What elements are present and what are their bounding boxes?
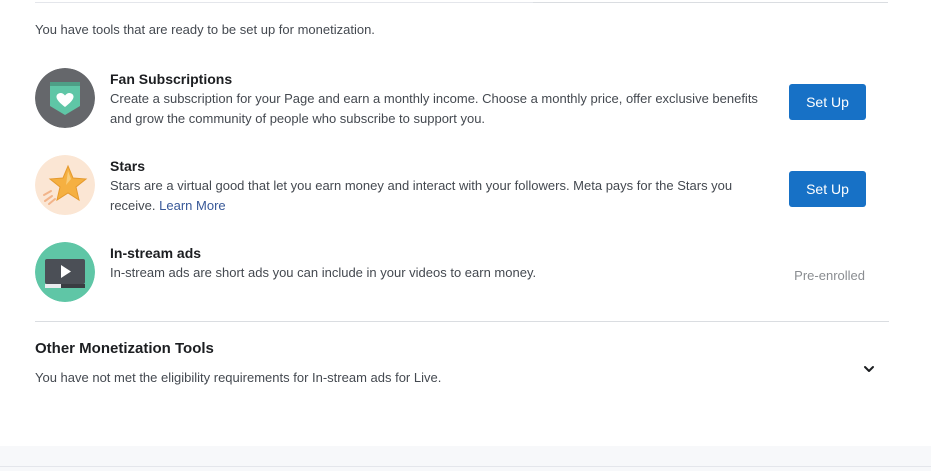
monetization-panel: You have tools that are ready to be set … [0, 0, 931, 471]
tool-description: Stars are a virtual good that let you ea… [110, 176, 760, 216]
tool-text-instream-ads: In-stream ads In-stream ads are short ad… [110, 242, 760, 283]
tool-text-stars: Stars Stars are a virtual good that let … [110, 155, 760, 216]
other-tools-title: Other Monetization Tools [35, 340, 214, 357]
tool-text-fan-subscriptions: Fan Subscriptions Create a subscription … [110, 68, 760, 129]
learn-more-link[interactable]: Learn More [159, 198, 225, 213]
stars-setup-button[interactable]: Set Up [789, 171, 866, 207]
top-divider [533, 2, 888, 3]
intro-text: You have tools that are ready to be set … [35, 22, 375, 37]
tool-title: Fan Subscriptions [110, 71, 233, 87]
footer-divider [0, 466, 931, 467]
tool-row-stars: Stars Stars are a virtual good that let … [35, 155, 889, 217]
tool-title: In-stream ads [110, 245, 202, 261]
tool-description: In-stream ads are short ads you can incl… [110, 265, 537, 280]
tool-description: Create a subscription for your Page and … [110, 91, 758, 126]
pre-enrolled-status: Pre-enrolled [794, 268, 865, 283]
footer-band [0, 446, 931, 471]
video-play-icon [35, 242, 95, 302]
chevron-down-icon[interactable] [862, 362, 876, 376]
tool-title: Stars [110, 158, 146, 174]
tool-row-fan-subscriptions: Fan Subscriptions Create a subscription … [35, 68, 889, 130]
star-icon [35, 155, 95, 215]
heart-badge-icon [35, 68, 95, 128]
top-divider-active [35, 2, 533, 3]
tool-row-instream-ads: In-stream ads In-stream ads are short ad… [35, 242, 889, 304]
other-tools-description: You have not met the eligibility require… [35, 370, 442, 385]
section-divider [35, 321, 889, 322]
fan-subscriptions-setup-button[interactable]: Set Up [789, 84, 866, 120]
